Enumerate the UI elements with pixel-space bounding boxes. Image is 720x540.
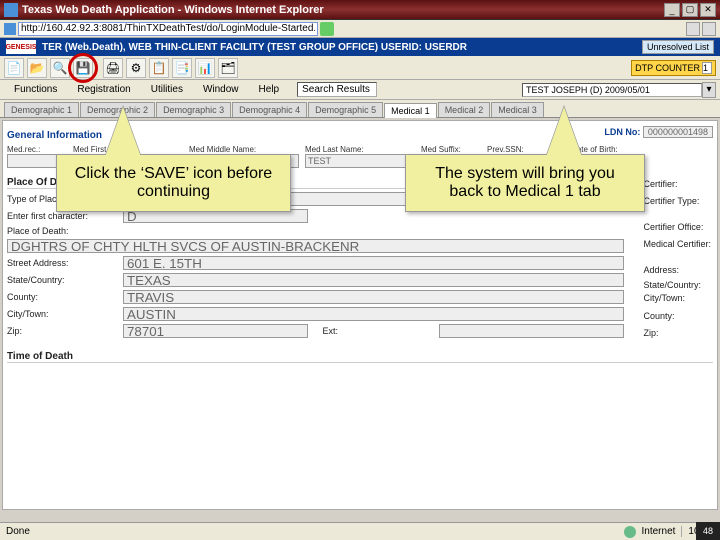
tool1-icon[interactable]: ⚙ [126, 58, 146, 78]
tab-medical1[interactable]: Medical 1 [384, 103, 437, 118]
window-title: Texas Web Death Application - Windows In… [22, 4, 664, 16]
pod-county-input[interactable] [123, 290, 624, 304]
status-done: Done [6, 526, 30, 537]
dtp-label: DTP COUNTER [635, 63, 700, 73]
pod-street-input[interactable] [123, 256, 624, 270]
minimize-button[interactable]: _ [664, 3, 680, 17]
pod-city-input[interactable] [123, 307, 624, 321]
app-title: TER (Web.Death), WEB THIN-CLIENT FACILIT… [42, 42, 467, 53]
pod-place-select[interactable] [7, 239, 624, 253]
address-bar [0, 20, 720, 38]
pod-state-input[interactable] [123, 273, 624, 287]
status-bar: Done Internet 100% [0, 522, 720, 540]
menu-utilities[interactable]: Utilities [141, 84, 193, 95]
zone-label: Internet [642, 526, 676, 537]
tools-button[interactable] [702, 22, 716, 36]
certifier-section: Certifier: Certifier Type: Certifier Off… [644, 174, 718, 341]
menu-registration[interactable]: Registration [67, 84, 140, 95]
menu-functions[interactable]: Functions [4, 84, 67, 95]
refresh-button[interactable] [320, 22, 334, 36]
record-name-field[interactable]: TEST JOSEPH (D) 2009/05/01 [522, 83, 702, 97]
record-dropdown-button[interactable]: ▾ [702, 82, 716, 98]
menu-help[interactable]: Help [249, 84, 290, 95]
search-results-label: Search Results [297, 82, 377, 97]
callout-save: Click the ‘SAVE’ icon before continuing [56, 154, 291, 212]
open-icon[interactable]: 📂 [27, 58, 47, 78]
tab-medical2[interactable]: Medical 2 [438, 102, 491, 117]
time-of-death-title: Time of Death [7, 351, 713, 363]
slide-counter: 48 [696, 522, 720, 540]
tab-medical3[interactable]: Medical 3 [491, 102, 544, 117]
ldn-field: LDN No: 000000001498 [604, 127, 713, 143]
print-icon[interactable]: 🖨 [103, 58, 123, 78]
search-icon[interactable]: 🔍 [50, 58, 70, 78]
dtp-counter: DTP COUNTER [631, 60, 716, 76]
app-header: GENESIS TER (Web.Death), WEB THIN-CLIENT… [0, 38, 720, 56]
pod-zip-input[interactable] [123, 324, 308, 338]
save-icon[interactable]: 💾 [73, 58, 93, 78]
dtp-value[interactable] [702, 62, 712, 74]
tool2-icon[interactable]: 📋 [149, 58, 169, 78]
menu-bar: Functions Registration Utilities Window … [0, 80, 720, 100]
tab-demo1[interactable]: Demographic 1 [4, 102, 79, 117]
general-info-title: General Information [7, 130, 598, 141]
ie-icon [4, 3, 18, 17]
tab-demo3[interactable]: Demographic 3 [156, 102, 231, 117]
tab-demo4[interactable]: Demographic 4 [232, 102, 307, 117]
close-button[interactable]: ✕ [700, 3, 716, 17]
medlast-input[interactable] [305, 154, 415, 168]
menu-window[interactable]: Window [193, 84, 249, 95]
browser-titlebar: Texas Web Death Application - Windows In… [0, 0, 720, 20]
tool3-icon[interactable]: 📑 [172, 58, 192, 78]
tab-demo5[interactable]: Demographic 5 [308, 102, 383, 117]
callout-medical1: The system will bring you back to Medica… [405, 154, 645, 212]
highlight-circle [68, 53, 98, 83]
toolbar: 📄 📂 🔍 💾 🖨 ⚙ 📋 📑 📊 🗂 DTP COUNTER [0, 56, 720, 80]
maximize-button[interactable]: ▢ [682, 3, 698, 17]
new-icon[interactable]: 📄 [4, 58, 24, 78]
tool4-icon[interactable]: 📊 [195, 58, 215, 78]
window-controls: _ ▢ ✕ [664, 3, 716, 17]
tool5-icon[interactable]: 🗂 [218, 58, 238, 78]
pod-ext-input[interactable] [439, 324, 624, 338]
favicon-icon [4, 23, 16, 35]
app-logo: GENESIS [6, 40, 36, 54]
internet-zone-icon [624, 526, 636, 538]
unresolved-list-button[interactable]: Unresolved List [642, 40, 714, 54]
page-tools-button[interactable] [686, 22, 700, 36]
url-input[interactable] [18, 22, 318, 36]
